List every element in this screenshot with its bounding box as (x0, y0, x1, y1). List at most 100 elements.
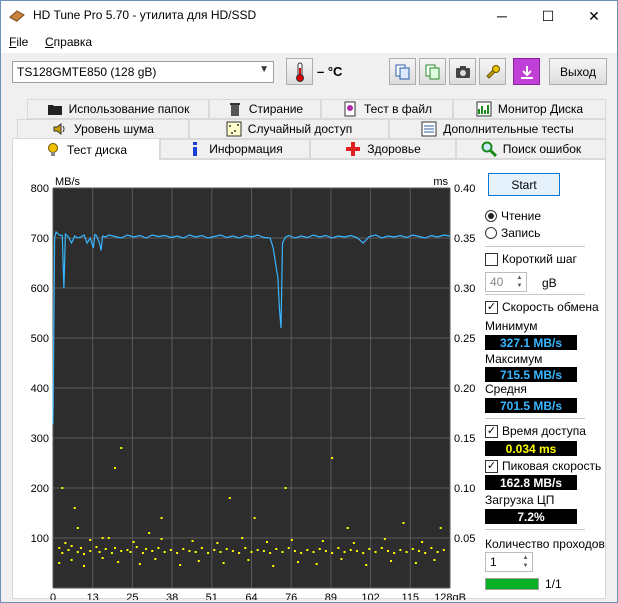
divider (485, 294, 585, 295)
tab-benchmark[interactable]: Тест диска (12, 138, 160, 161)
access-time-point (191, 540, 194, 542)
tab-info[interactable]: Информация (160, 139, 310, 159)
y-tick-left: 700 (31, 233, 49, 245)
access-time-point (346, 527, 349, 529)
benchmark-chart: MB/s ms 800 700 600 500 400 300 200 100 0.40 0.35 0.… (31, 176, 476, 600)
access-time-point (312, 551, 315, 553)
access-time-point (197, 560, 200, 562)
y-tick-left: 300 (31, 433, 49, 445)
y-tick-left: 200 (31, 483, 49, 495)
step-size-spinner[interactable]: 40 ▲ ▼ (485, 272, 527, 292)
save-button[interactable] (513, 58, 540, 85)
access-time-point (151, 550, 154, 552)
menu-file[interactable]: File (9, 35, 28, 49)
tab-health[interactable]: Здоровье (310, 139, 456, 159)
minimize-icon: ─ (497, 8, 507, 24)
tab-noise-level[interactable]: Уровень шума (17, 119, 189, 139)
close-button[interactable]: ✕ (571, 1, 617, 31)
access-time-point (231, 550, 234, 552)
access-time-point (343, 551, 346, 553)
access-time-point (129, 551, 132, 553)
minimum-value: 327.1 MB/s (485, 335, 577, 350)
tab-error-scan[interactable]: Поиск ошибок (456, 139, 606, 159)
access-time-point (349, 549, 352, 551)
access-time-point (114, 467, 117, 469)
access-time-point (321, 540, 324, 542)
hdtune-app-icon (9, 10, 25, 22)
burst-rate-checkbox[interactable]: ✓ Пиковая скорость (485, 459, 601, 473)
copy-button[interactable] (389, 58, 416, 85)
access-time-point (58, 562, 61, 564)
access-time-point (117, 561, 120, 563)
drive-select[interactable]: TS128GMTE850 (128 gB) ▼ (12, 61, 274, 83)
maximize-button[interactable]: ☐ (525, 1, 571, 31)
passes-spinner[interactable]: 1 ▲ ▼ (485, 552, 533, 572)
y-tick-right: 0.40 (454, 183, 475, 195)
access-time-point (207, 552, 210, 554)
access-time-point (213, 549, 216, 551)
tab-disk-monitor[interactable]: Монитор Диска (453, 99, 606, 119)
chevron-down-icon: ▼ (259, 64, 269, 75)
access-time-point (160, 517, 163, 519)
access-time-point (405, 551, 408, 553)
access-time-point (200, 547, 203, 549)
access-time-point (157, 547, 160, 549)
access-time-point (138, 563, 141, 565)
close-icon: ✕ (588, 7, 600, 24)
start-button[interactable]: Start (488, 173, 560, 196)
menu-help[interactable]: Справка (45, 35, 92, 49)
y-tick-left: 100 (31, 533, 49, 545)
search-icon (481, 141, 497, 157)
x-tick: 13 (87, 592, 99, 600)
access-time-checkbox[interactable]: ✓ Время доступа (485, 424, 586, 438)
minimize-button[interactable]: ─ (479, 1, 525, 31)
maximize-icon: ☐ (541, 7, 555, 24)
maximum-label: Максимум (485, 352, 543, 366)
access-time-point (411, 548, 414, 550)
access-time-point (390, 560, 393, 562)
access-time-point (306, 549, 309, 551)
y-axis-right-title: ms (433, 176, 448, 188)
access-time-point (262, 550, 265, 552)
access-time-point (98, 551, 101, 553)
access-time-point (114, 547, 117, 549)
tab-erase[interactable]: Стирание (209, 99, 321, 119)
y-tick-left: 400 (31, 383, 49, 395)
radio-dot (485, 227, 497, 239)
access-time-point (300, 552, 303, 554)
read-radio[interactable]: Чтение (485, 209, 541, 223)
temperature-button[interactable] (286, 58, 313, 85)
app-window: HD Tune Pro 5.70 - утилита для HD/SSD ─ … (0, 0, 618, 603)
divider (485, 418, 585, 419)
y-tick-right: 0.20 (454, 383, 475, 395)
minimum-label: Минимум (485, 319, 538, 333)
access-time-point (442, 549, 445, 551)
speaker-icon (53, 123, 65, 135)
tab-folder-usage[interactable]: Использование папок (27, 99, 209, 119)
x-tick: 38 (166, 592, 178, 600)
access-time-point (120, 447, 123, 449)
access-time-point (293, 550, 296, 552)
x-tick: 64 (245, 592, 257, 600)
copy-all-button[interactable] (419, 58, 446, 85)
folder-icon (47, 105, 62, 115)
short-step-checkbox[interactable]: Короткий шаг (485, 252, 577, 266)
x-tick: 51 (206, 592, 218, 600)
tab-extra-tests[interactable]: Дополнительные тесты (389, 119, 606, 139)
average-label: Средня (485, 382, 527, 396)
access-time-point (337, 547, 340, 549)
screenshot-button[interactable] (449, 58, 476, 85)
transfer-rate-checkbox[interactable]: ✓ Скорость обмена (485, 300, 599, 314)
access-time-point (61, 552, 64, 554)
access-time-point (439, 527, 442, 529)
write-radio[interactable]: Запись (485, 226, 540, 240)
tab-file-test[interactable]: Тест в файл (321, 99, 453, 119)
tool-icon (485, 64, 500, 79)
tab-random-access[interactable]: Случайный доступ (189, 119, 389, 139)
access-time-point (148, 532, 151, 534)
access-time-point (241, 537, 244, 539)
checkmark-icon: ✓ (485, 300, 498, 314)
options-button[interactable] (479, 58, 506, 85)
save-download-icon (520, 65, 533, 79)
exit-button[interactable]: Выход (549, 58, 607, 85)
